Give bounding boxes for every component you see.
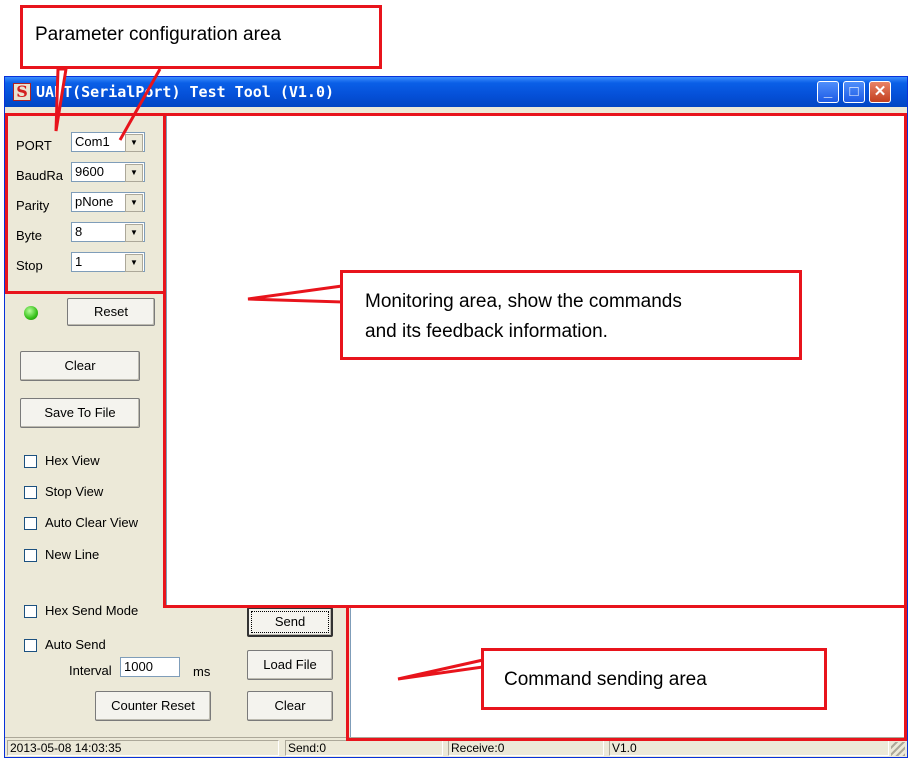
annotation-monitor-box: Monitoring area, show the commands and i…: [340, 270, 802, 360]
annotation-command-text: Command sending area: [504, 669, 707, 690]
annotation-pointers: [54, 67, 485, 681]
annotation-command-box: Command sending area: [481, 648, 827, 710]
annotation-monitor-pointer: [247, 284, 344, 304]
annotation-param-pointer-2: [118, 68, 162, 141]
annotation-monitor-line2: and its feedback information.: [365, 321, 608, 342]
annotation-monitor-line1: Monitoring area, show the commands: [365, 291, 682, 312]
annotation-param-pointer: [54, 67, 68, 132]
annotation-command-pointer: [397, 658, 485, 681]
